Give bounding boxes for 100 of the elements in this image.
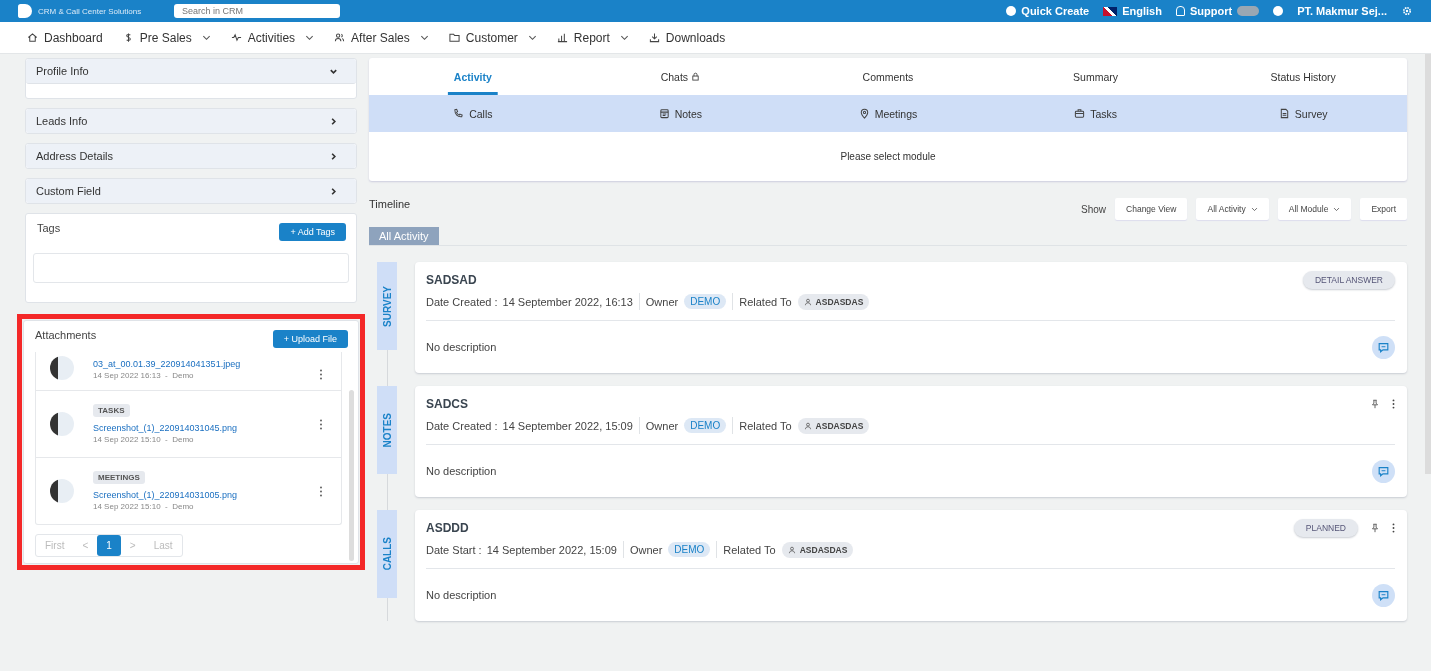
related-label: Related To (739, 419, 792, 432)
activity-title: SADCS (426, 397, 468, 411)
page-link[interactable]: 1 (97, 535, 121, 556)
attachment-item[interactable]: MEETINGS Screenshot_(1)_220914031005.png 14 Sep 2022 15:10 - Demo (36, 458, 341, 524)
bell-icon[interactable] (1175, 6, 1185, 16)
chevron-down-icon (619, 34, 629, 41)
scrollbar[interactable] (1425, 54, 1431, 474)
more-icon[interactable] (319, 485, 323, 497)
owner-label: Owner (645, 419, 679, 432)
accordion-header[interactable]: Profile Info (26, 59, 356, 84)
nav-item[interactable]: Dashboard (27, 30, 103, 45)
description-text: No description (426, 589, 497, 601)
chevron-right-icon (329, 116, 338, 126)
users-icon (334, 32, 346, 43)
nav-item[interactable]: Pre Sales (122, 30, 211, 45)
module-link[interactable]: Survey (1199, 95, 1407, 132)
related-badge: ASDASDAS (797, 293, 870, 310)
module-label: CALLS (377, 510, 397, 598)
toolbar-button[interactable]: Change View (1115, 198, 1188, 220)
date-label: Date Start : (426, 543, 482, 556)
comment-icon[interactable] (1372, 459, 1395, 483)
more-icon[interactable] (319, 418, 323, 430)
nav-item[interactable]: Report (556, 30, 629, 45)
owner-label: Owner (629, 543, 663, 556)
more-icon[interactable] (1392, 399, 1395, 409)
nav-item[interactable]: Downloads (648, 30, 726, 45)
nav-item[interactable]: Activities (230, 30, 315, 45)
add-tags-button[interactable]: + Add Tags (279, 223, 346, 241)
attachment-item[interactable]: TASKS Screenshot_(1)_220914031045.png 14 Sep 2022 15:10 - Demo (36, 391, 341, 458)
module-label: SURVEY (377, 262, 397, 350)
upload-file-button[interactable]: + Upload File (272, 330, 348, 348)
quick-create-link[interactable]: Quick Create (1021, 5, 1090, 17)
attachment-item[interactable]: 03_at_00.01.39_220914041351.jpeg 14 Sep 2022 16:13 - Demo (36, 352, 341, 391)
tab[interactable]: Chats (576, 58, 785, 95)
tags-field[interactable] (33, 253, 349, 283)
thumbnail-placeholder (50, 412, 74, 436)
owner-badge: DEMO (684, 294, 727, 309)
status-badge[interactable]: PLANNED (1293, 519, 1358, 537)
user-name[interactable]: PT. Makmur Sej... (1297, 5, 1387, 17)
toolbar-button[interactable]: All Activity (1196, 198, 1269, 220)
scrollbar[interactable] (349, 390, 354, 561)
toolbar-button[interactable]: All Module (1277, 198, 1352, 220)
language-selector[interactable]: English (1122, 5, 1162, 17)
phone-icon (453, 108, 465, 119)
status-badge[interactable]: DETAIL ANSWER (1303, 271, 1395, 289)
settings-icon[interactable] (1401, 5, 1413, 17)
comment-icon[interactable] (1372, 335, 1395, 359)
file-link[interactable]: 03_at_00.01.39_220914041351.jpeg (93, 359, 319, 369)
card-title: Tags (37, 222, 61, 234)
support-toggle[interactable] (1237, 6, 1260, 16)
logo-icon (18, 4, 32, 18)
bar-chart-icon (556, 32, 568, 43)
chevron-down-icon (419, 34, 429, 41)
module-link[interactable]: Calls (369, 95, 577, 132)
tab[interactable]: Status History (1199, 58, 1407, 95)
related-badge: ASDASDAS (797, 417, 870, 434)
more-icon[interactable] (319, 369, 323, 380)
chevron-down-icon (1333, 206, 1341, 212)
briefcase-icon (1074, 108, 1086, 119)
chevron-down-icon (201, 34, 211, 41)
description-text: No description (426, 341, 497, 353)
related-badge: ASDASDAS (781, 541, 854, 558)
activity-title: SADSAD (426, 273, 477, 287)
tab[interactable]: Summary (991, 58, 1200, 95)
chevron-down-icon (527, 34, 537, 41)
attachment-meta: 14 Sep 2022 15:10 - Demo (93, 502, 195, 511)
pin-icon[interactable] (1370, 523, 1380, 533)
module-message: Please select module (839, 150, 937, 164)
thumbnail-placeholder (50, 479, 74, 503)
toolbar-button[interactable]: Export (1360, 198, 1407, 220)
document-icon (1278, 108, 1290, 119)
file-link[interactable]: Screenshot_(1)_220914031045.png (93, 423, 319, 433)
thumbnail-placeholder (50, 356, 74, 380)
help-icon[interactable] (1273, 6, 1284, 16)
support-label[interactable]: Support (1189, 5, 1233, 17)
file-link[interactable]: Screenshot_(1)_220914031005.png (93, 490, 319, 500)
download-icon (648, 32, 660, 43)
folder-icon (448, 32, 460, 43)
chevron-down-icon (1250, 206, 1258, 212)
chevron-down-icon (305, 34, 315, 41)
module-label: NOTES (377, 386, 397, 474)
home-icon (27, 32, 38, 43)
search-field[interactable]: Search in CRM (174, 4, 340, 18)
accordion-header[interactable]: Custom Field (26, 179, 356, 203)
pin-icon[interactable] (1370, 399, 1380, 409)
more-icon[interactable] (1392, 523, 1395, 533)
module-link[interactable]: Notes (576, 95, 785, 132)
nav-item[interactable]: Customer (448, 30, 537, 45)
comment-icon[interactable] (1372, 583, 1395, 607)
description-text: No description (426, 465, 497, 477)
module-badge: TASKS (93, 404, 130, 417)
accordion-header[interactable]: Leads Info (26, 109, 356, 133)
tab[interactable]: Comments (784, 58, 992, 95)
tab[interactable]: Activity (447, 58, 498, 95)
module-link[interactable]: Meetings (784, 95, 992, 132)
module-link[interactable]: Tasks (991, 95, 1200, 132)
nav-item[interactable]: After Sales (334, 30, 429, 45)
accordion-header[interactable]: Address Details (26, 144, 356, 168)
show-label: Show (1081, 203, 1107, 215)
attachment-meta: 14 Sep 2022 15:10 - Demo (93, 435, 195, 444)
